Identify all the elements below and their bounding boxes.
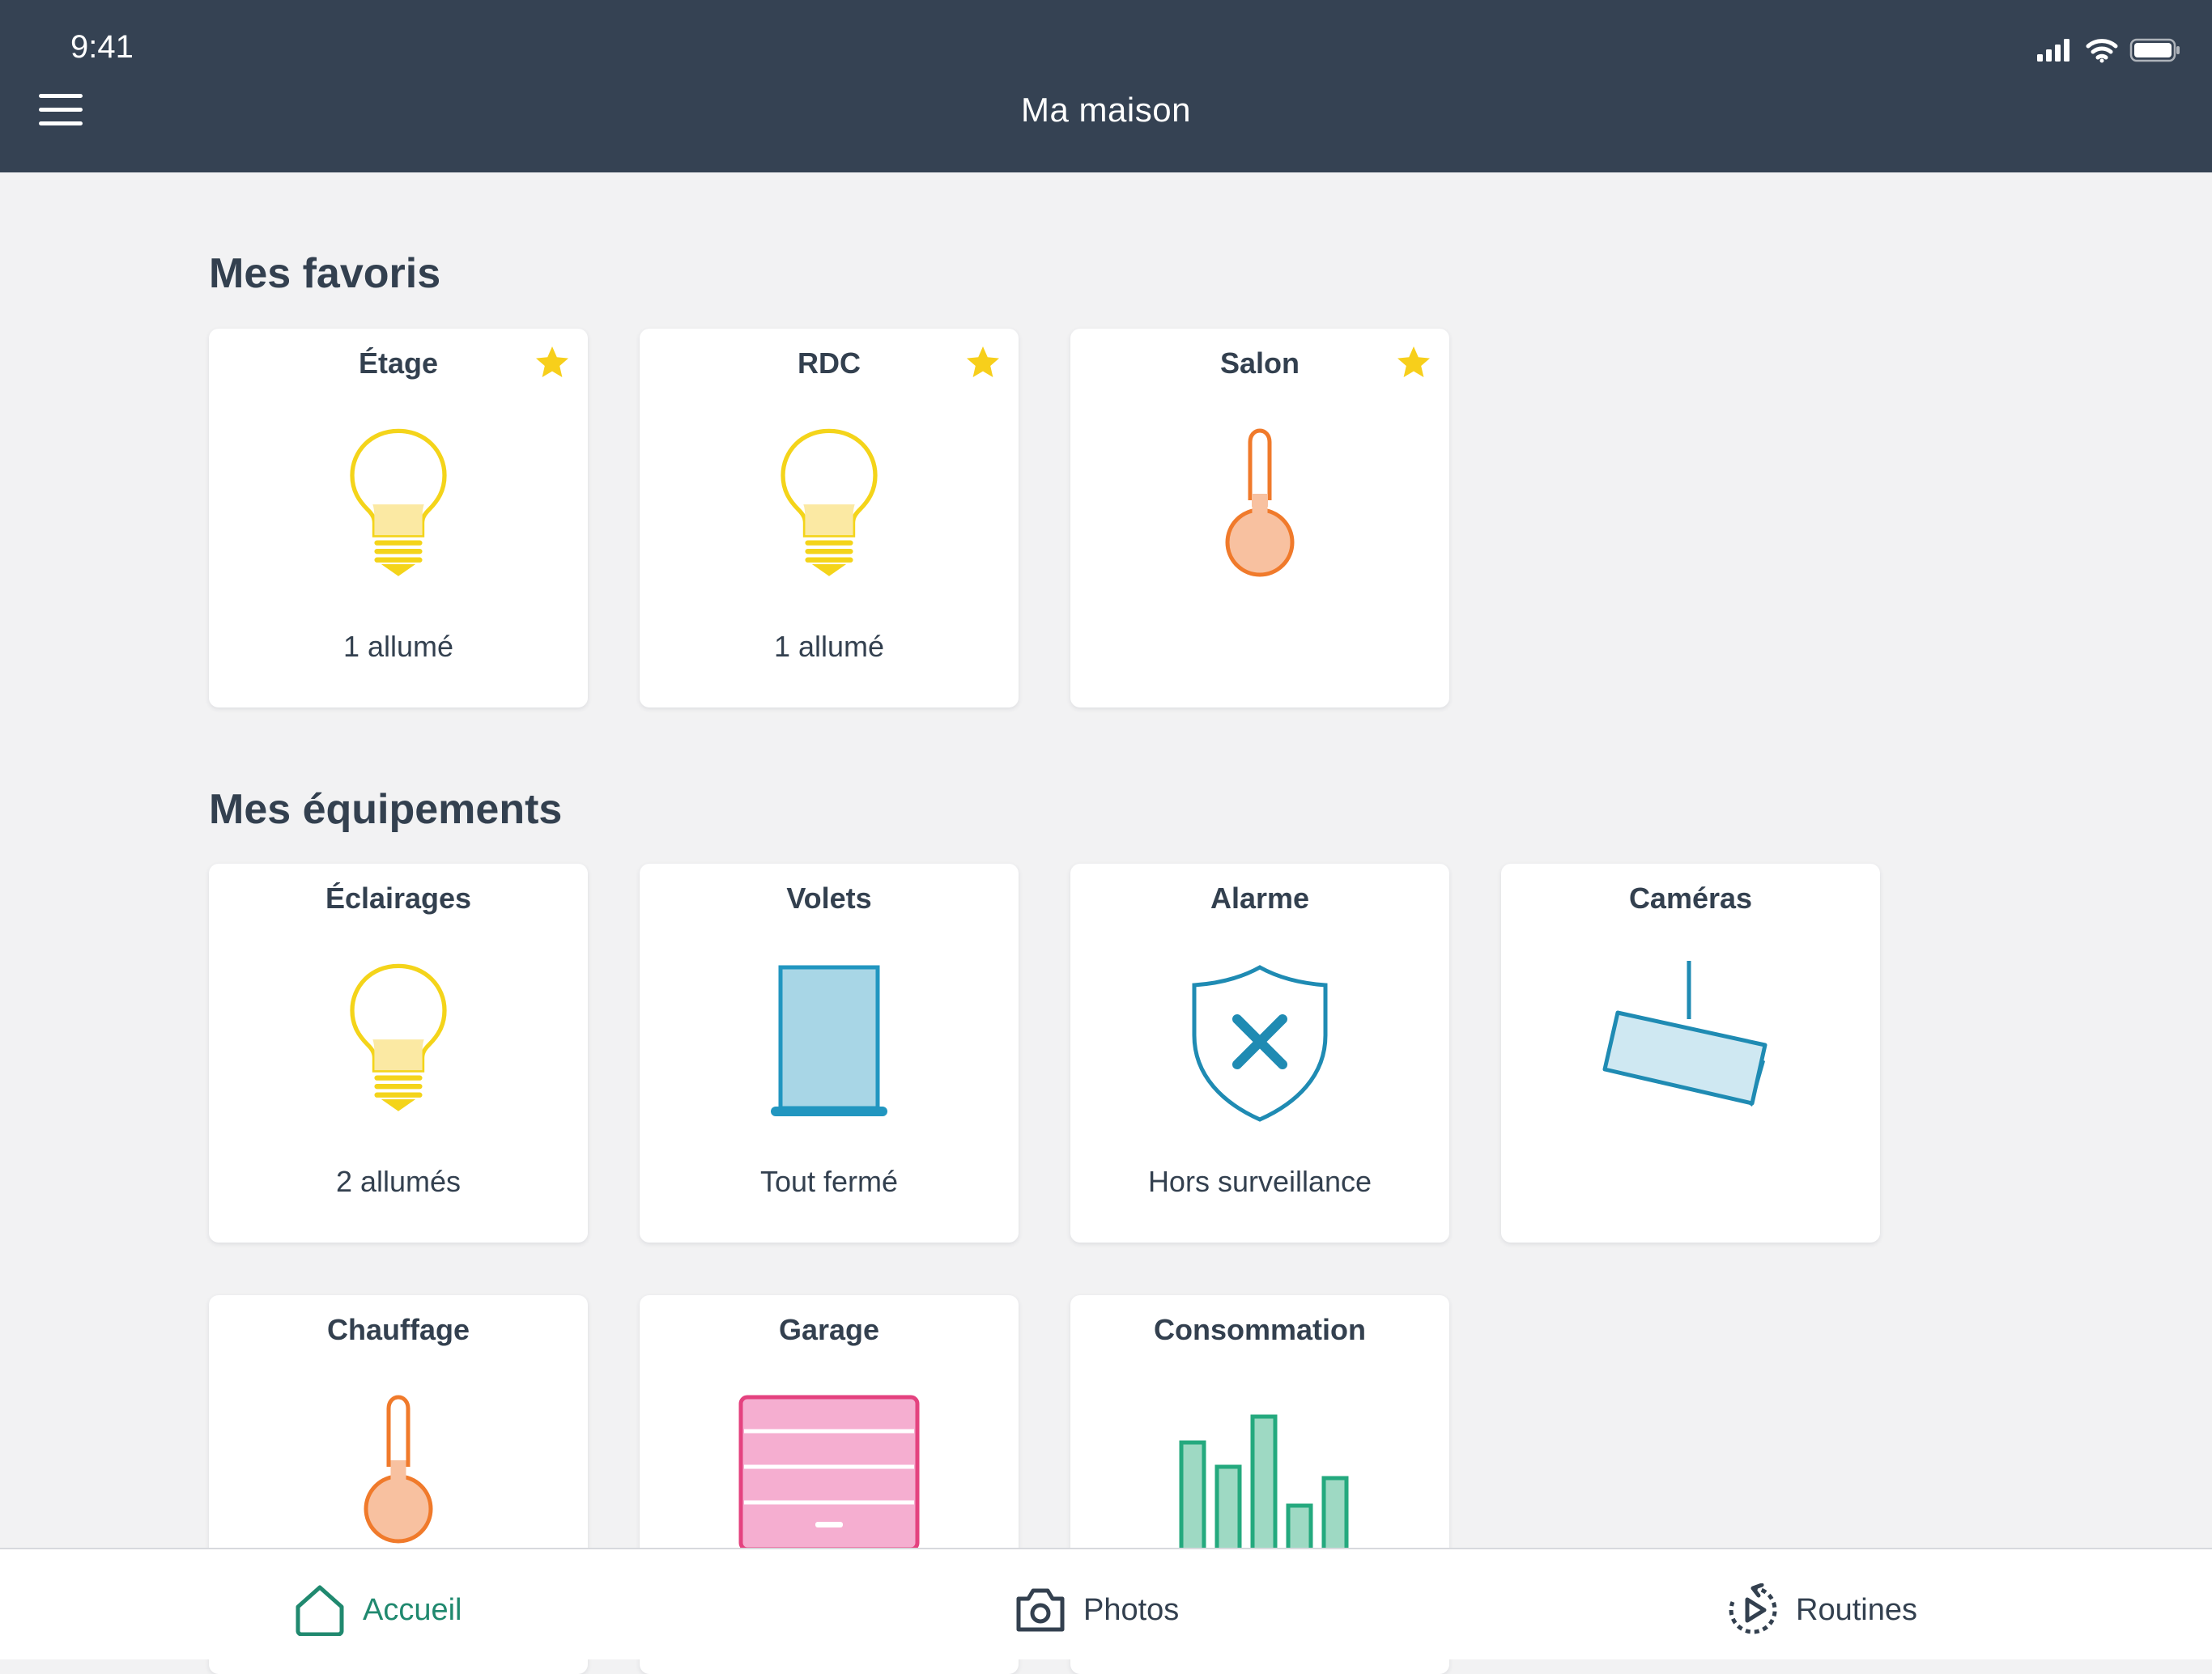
card-title: Alarme (1210, 882, 1310, 915)
garage-door-icon (640, 1392, 1019, 1554)
equipment-card-cameras[interactable]: Caméras (1501, 864, 1880, 1243)
bar-chart-icon (1070, 1392, 1449, 1554)
tab-label: Routines (1796, 1592, 1917, 1627)
card-status: 1 allumé (342, 630, 454, 663)
lightbulb-icon (209, 426, 588, 580)
tab-label: Accueil (363, 1592, 462, 1627)
favorite-card-etage[interactable]: Étage 1 allumé (209, 329, 588, 707)
star-icon[interactable] (533, 343, 572, 382)
shutter-icon (640, 961, 1019, 1123)
tab-accueil[interactable]: Accueil (293, 1582, 462, 1638)
equipment-card-eclairages[interactable]: Éclairages 2 allumés (209, 864, 588, 1243)
wifi-icon (2086, 39, 2118, 63)
card-title: Chauffage (326, 1313, 470, 1346)
favorite-card-salon[interactable]: Salon (1070, 329, 1449, 707)
routine-play-icon (1729, 1583, 1777, 1634)
card-title: Étage (358, 346, 439, 380)
tab-photos[interactable]: Photos (1014, 1582, 1179, 1638)
card-title: Éclairages (325, 882, 472, 915)
favorite-card-rdc[interactable]: RDC 1 allumé (640, 329, 1019, 707)
lightbulb-icon (640, 426, 1019, 580)
battery-icon (2129, 38, 2180, 62)
star-icon[interactable] (1394, 343, 1433, 382)
card-title: Volets (786, 882, 872, 915)
signal-icon (2037, 39, 2069, 62)
status-time: 9:41 (70, 29, 134, 65)
bottom-tab-bar: Accueil Photos Routines (0, 1548, 2212, 1659)
tab-routines[interactable]: Routines (1726, 1582, 1917, 1638)
thermometer-icon (209, 1392, 588, 1554)
app-header: 9:41 Ma maison (0, 0, 2212, 172)
card-status: Hors surveillance (1147, 1165, 1372, 1198)
star-icon[interactable] (963, 343, 1002, 382)
card-status: Tout fermé (759, 1165, 899, 1198)
card-title: Consommation (1153, 1313, 1366, 1346)
page-title: Ma maison (1021, 91, 1191, 129)
card-status: 2 allumés (335, 1165, 462, 1198)
card-title: Salon (1219, 346, 1300, 380)
thermometer-icon (1070, 426, 1449, 588)
equipment-row-1: Éclairages 2 allumés Volets Tout fermé A… (209, 864, 1880, 1243)
card-status: 1 allumé (773, 630, 885, 663)
card-title: Garage (778, 1313, 880, 1346)
favorites-row: Étage 1 allumé RDC 1 allumé Salon (209, 329, 1449, 707)
equipment-section-title: Mes équipements (209, 786, 563, 833)
shield-x-icon (1070, 961, 1449, 1123)
card-title: RDC (798, 346, 861, 380)
tab-label: Photos (1083, 1592, 1180, 1627)
home-icon (296, 1585, 344, 1636)
card-title: Caméras (1628, 882, 1753, 915)
favorites-section-title: Mes favoris (209, 250, 441, 297)
camera-icon (1016, 1588, 1065, 1632)
equipment-card-volets[interactable]: Volets Tout fermé (640, 864, 1019, 1243)
lightbulb-icon (209, 961, 588, 1115)
security-camera-icon (1501, 961, 1880, 1123)
status-indicators (2035, 31, 2181, 70)
equipment-card-alarme[interactable]: Alarme Hors surveillance (1070, 864, 1449, 1243)
